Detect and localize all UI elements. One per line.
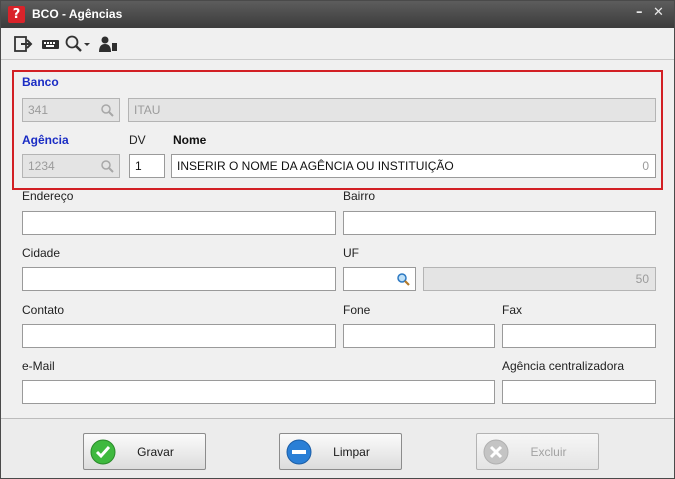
uf-field[interactable]	[343, 267, 416, 291]
uf-label: UF	[343, 246, 359, 260]
search-icon[interactable]	[64, 35, 92, 53]
excluir-button[interactable]: Excluir	[476, 433, 599, 470]
email-label: e-Mail	[22, 359, 55, 373]
app-logo-icon: ?	[8, 6, 25, 23]
close-button[interactable]: ✕	[653, 5, 664, 20]
agencia-code-field[interactable]: 1234	[22, 154, 120, 178]
centralizadora-label: Agência centralizadora	[502, 359, 625, 373]
keyboard-icon[interactable]	[41, 35, 61, 53]
fone-label: Fone	[343, 303, 371, 317]
user-icon[interactable]	[98, 35, 118, 53]
window-title: BCO - Agências	[32, 7, 123, 21]
exit-icon[interactable]	[13, 35, 33, 53]
cidade-field[interactable]	[22, 267, 336, 291]
nome-field[interactable]: INSERIR O NOME DA AGÊNCIA OU INSTITUIÇÃO…	[171, 154, 656, 178]
uf-name-field: 50	[423, 267, 656, 291]
contato-field[interactable]	[22, 324, 336, 348]
minimize-button[interactable]: –	[636, 5, 643, 20]
fax-field[interactable]	[502, 324, 656, 348]
bairro-field[interactable]	[343, 211, 656, 235]
bairro-label: Bairro	[343, 189, 376, 203]
gravar-button-label: Gravar	[137, 445, 174, 459]
dv-field[interactable]: 1	[129, 154, 165, 178]
app-window: ? BCO - Agências – ✕ Banco 341 ITAU Agên…	[0, 0, 675, 479]
action-bar: Gravar Limpar Excluir	[1, 418, 674, 478]
title-bar[interactable]: ? BCO - Agências – ✕	[1, 1, 674, 28]
cidade-label: Cidade	[22, 246, 61, 260]
banco-code-field[interactable]: 341	[22, 98, 120, 122]
contato-label: Contato	[22, 303, 65, 317]
nome-char-counter: 0	[642, 159, 649, 173]
agencia-label: Agência	[22, 133, 69, 147]
toolbar	[1, 28, 674, 60]
uf-char-counter: 50	[635, 272, 649, 286]
email-field[interactable]	[22, 380, 495, 404]
fone-field[interactable]	[343, 324, 495, 348]
limpar-button[interactable]: Limpar	[279, 433, 402, 470]
uf-lookup-icon[interactable]	[396, 272, 410, 286]
centralizadora-field[interactable]	[502, 380, 656, 404]
excluir-button-label: Excluir	[530, 445, 567, 459]
endereco-field[interactable]	[22, 211, 336, 235]
limpar-button-label: Limpar	[333, 445, 370, 459]
nome-label: Nome	[173, 133, 207, 147]
dv-label: DV	[129, 133, 146, 147]
endereco-label: Endereço	[22, 189, 74, 203]
agencia-lookup-icon[interactable]	[100, 159, 114, 173]
banco-name-field: ITAU	[128, 98, 656, 122]
banco-lookup-icon[interactable]	[100, 103, 114, 117]
gravar-button[interactable]: Gravar	[83, 433, 206, 470]
fax-label: Fax	[502, 303, 523, 317]
banco-label: Banco	[22, 75, 59, 89]
